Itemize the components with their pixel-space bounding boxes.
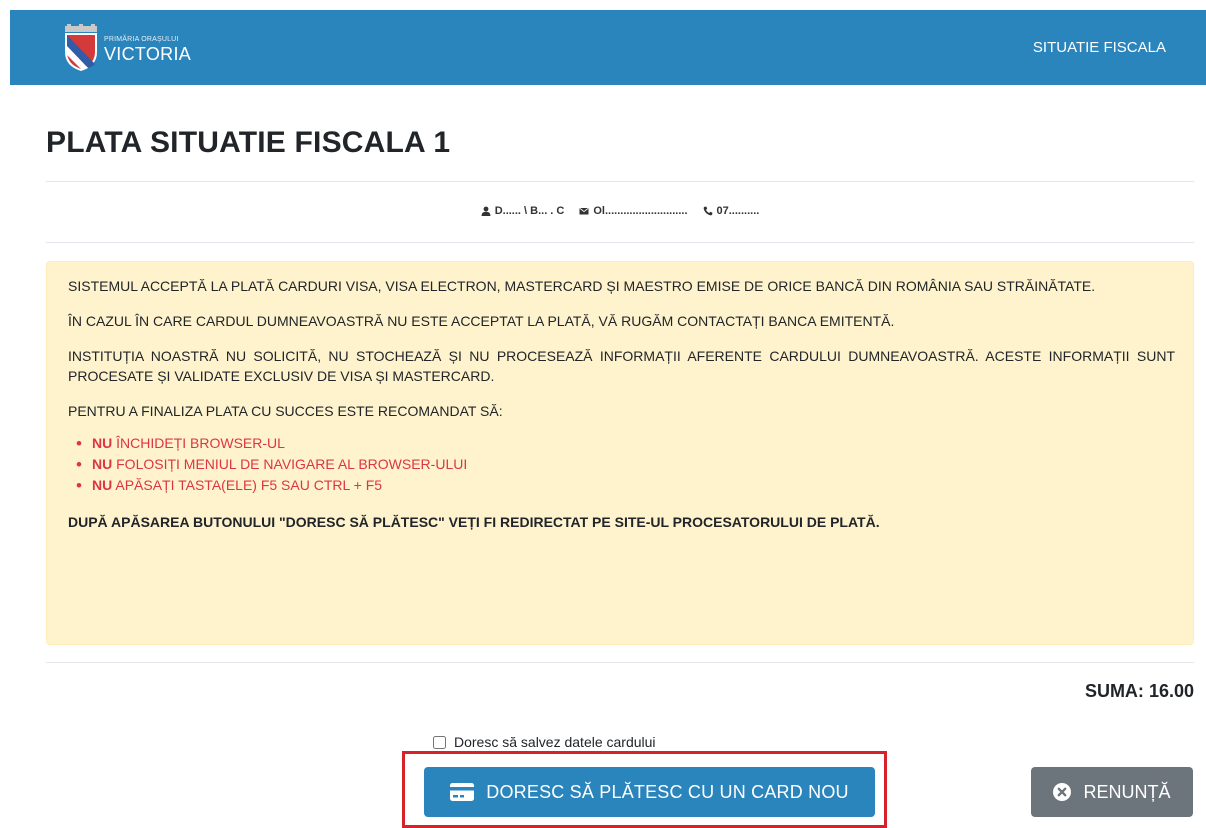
total-value: 16.00 (1148, 681, 1194, 701)
contact-phone-text: 07.......... (716, 205, 760, 217)
contact-email-text: Ol........................... (593, 205, 688, 217)
notice-accepted-cards: SISTEMUL ACCEPTĂ LA PLATĂ CARDURI VISA, … (68, 278, 1096, 294)
list-item: NU ÎNCHIDEȚI BROWSER-UL (76, 433, 1175, 454)
pay-button-label: DORESC SĂ PLĂTESC CU UN CARD NOU (486, 781, 849, 802)
credit-card-icon (450, 783, 475, 801)
save-card-option[interactable]: Doresc să salvez datele cardului (433, 734, 656, 750)
contact-phone: 07.......... (703, 205, 760, 217)
top-navbar: PRIMĂRIA ORAȘULUI VICTORIA SITUATIE FISC… (10, 10, 1206, 85)
save-card-label: Doresc să salvez datele cardului (454, 734, 656, 750)
redaction-block (453, 127, 683, 162)
cancel-button[interactable]: RENUNȚĂ (1031, 767, 1193, 817)
payment-notice: SISTEMUL ACCEPTĂ LA PLATĂ CARDURI VISA, … (46, 261, 1194, 645)
city-crest-icon (62, 23, 100, 72)
divider (46, 181, 1194, 182)
recommendation-list: NU ÎNCHIDEȚI BROWSER-UL NU FOLOSIȚI MENI… (76, 433, 1175, 496)
brand-name: VICTORIA (104, 44, 192, 64)
total-label: SUMA: (1084, 681, 1144, 701)
divider (46, 662, 1194, 663)
contact-name-text: D...... \ B... . C (494, 205, 565, 217)
notice-card-rejected: ÎN CAZUL ÎN CARE CARDUL DUMNEAVOASTRĂ NU… (68, 313, 895, 329)
page-title: PLATA SITUATIE FISCALA 1! (46, 126, 461, 159)
nav-situatie-fiscala[interactable]: SITUATIE FISCALA (1033, 39, 1166, 56)
user-icon (481, 206, 491, 216)
pay-with-new-card-button[interactable]: DORESC SĂ PLĂTESC CU UN CARD NOU (424, 767, 875, 817)
divider (46, 242, 1194, 243)
list-item: NU FOLOSIȚI MENIUL DE NAVIGARE AL BROWSE… (76, 454, 1175, 475)
save-card-checkbox[interactable] (433, 735, 446, 749)
list-item: NU APĂSAȚI TASTA(ELE) F5 SAU CTRL + F5 (76, 475, 1175, 496)
brand-logo[interactable]: PRIMĂRIA ORAȘULUI VICTORIA (62, 23, 192, 72)
phone-icon (703, 206, 713, 216)
brand-subtitle: PRIMĂRIA ORAȘULUI (104, 36, 179, 43)
envelope-icon (579, 206, 589, 216)
cancel-button-label: RENUNȚĂ (1083, 781, 1171, 802)
total-amount: SUMA: 16.00 (1085, 681, 1194, 702)
contact-name: D...... \ B... . C (481, 205, 565, 217)
contact-email: Ol........................... (579, 205, 688, 217)
notice-data-privacy: INSTITUȚIA NOASTRĂ NU SOLICITĂ, NU STOCH… (68, 348, 1175, 384)
notice-recommendations: PENTRU A FINALIZA PLATA CU SUCCES ESTE R… (68, 403, 503, 419)
times-circle-icon (1053, 783, 1072, 801)
notice-redirect: DUPĂ APĂSAREA BUTONULUI "DORESC SĂ PLĂTE… (68, 514, 880, 530)
contact-info: D...... \ B... . C Ol...................… (0, 205, 1206, 217)
